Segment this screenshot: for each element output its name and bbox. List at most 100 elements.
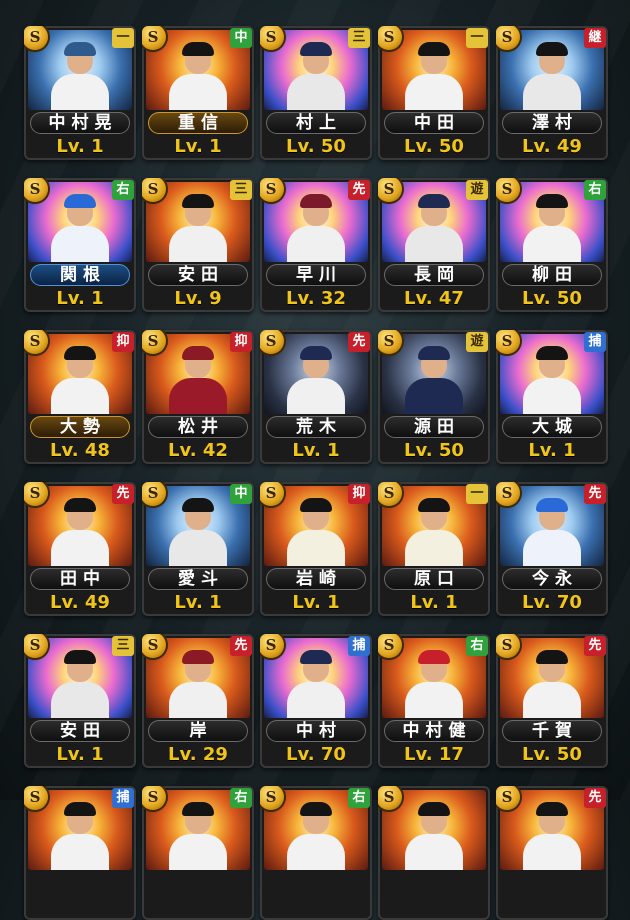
- player-card[interactable]: S 一中村晃 Lv. 1: [24, 26, 136, 160]
- player-card[interactable]: S 一原口 Lv. 1: [378, 482, 490, 616]
- player-figure: [517, 646, 587, 718]
- position-badge: 右: [584, 180, 606, 200]
- player-card[interactable]: S 三安田 Lv. 9: [142, 178, 254, 312]
- player-card[interactable]: S 中愛斗 Lv. 1: [142, 482, 254, 616]
- player-card[interactable]: S右: [142, 786, 254, 920]
- player-level: Lv. 1: [56, 136, 104, 157]
- position-badge: 継: [584, 28, 606, 48]
- player-name: 岩崎: [266, 568, 366, 590]
- player-name: 長岡: [384, 264, 484, 286]
- player-figure: [517, 494, 587, 566]
- player-card[interactable]: S先: [496, 786, 608, 920]
- player-figure: [45, 798, 115, 870]
- player-figure: [281, 798, 351, 870]
- player-level: Lv. 1: [174, 592, 222, 613]
- player-card[interactable]: S 遊源田 Lv. 50: [378, 330, 490, 464]
- player-name: 原口: [384, 568, 484, 590]
- position-badge: 右: [348, 788, 370, 808]
- player-card[interactable]: S右: [260, 786, 372, 920]
- player-name: 愛斗: [148, 568, 248, 590]
- player-figure: [163, 342, 233, 414]
- player-figure: [45, 342, 115, 414]
- player-figure: [399, 38, 469, 110]
- player-card[interactable]: S 先千賀 Lv. 50: [496, 634, 608, 768]
- player-name: 安田: [30, 720, 130, 742]
- player-card[interactable]: S 抑松井 Lv. 42: [142, 330, 254, 464]
- player-card[interactable]: S: [378, 786, 490, 920]
- player-card[interactable]: S 先岸 Lv. 29: [142, 634, 254, 768]
- player-level: Lv. 50: [404, 440, 464, 461]
- player-level: Lv. 1: [56, 744, 104, 765]
- player-card[interactable]: S 三村上 Lv. 50: [260, 26, 372, 160]
- position-badge: 右: [466, 636, 488, 656]
- player-level: Lv. 48: [50, 440, 110, 461]
- player-name: 荒木: [266, 416, 366, 438]
- position-badge: 先: [348, 332, 370, 352]
- position-badge: 捕: [348, 636, 370, 656]
- player-card[interactable]: S 抑岩崎 Lv. 1: [260, 482, 372, 616]
- player-card[interactable]: S 中重信 Lv. 1: [142, 26, 254, 160]
- player-card[interactable]: S 先荒木 Lv. 1: [260, 330, 372, 464]
- player-level: Lv. 1: [56, 288, 104, 309]
- player-card[interactable]: S 先今永 Lv. 70: [496, 482, 608, 616]
- player-level: Lv. 50: [522, 744, 582, 765]
- player-name: 重信: [148, 112, 248, 134]
- player-level: Lv. 49: [522, 136, 582, 157]
- player-figure: [399, 494, 469, 566]
- player-card[interactable]: S 捕中村 Lv. 70: [260, 634, 372, 768]
- position-badge: 一: [466, 484, 488, 504]
- player-name: 大城: [502, 416, 602, 438]
- player-name: 中村健: [384, 720, 484, 742]
- position-badge: 中: [230, 484, 252, 504]
- position-badge: 先: [230, 636, 252, 656]
- player-card[interactable]: S 抑大勢 Lv. 48: [24, 330, 136, 464]
- player-name: 村上: [266, 112, 366, 134]
- player-card[interactable]: S 右関根 Lv. 1: [24, 178, 136, 312]
- position-badge: 遊: [466, 180, 488, 200]
- player-figure: [281, 190, 351, 262]
- position-badge: 右: [112, 180, 134, 200]
- player-figure: [163, 798, 233, 870]
- player-level: Lv. 50: [404, 136, 464, 157]
- player-card[interactable]: S 三安田 Lv. 1: [24, 634, 136, 768]
- player-level: Lv. 50: [286, 136, 346, 157]
- player-level: Lv. 1: [292, 440, 340, 461]
- player-name: 関根: [30, 264, 130, 286]
- player-figure: [45, 646, 115, 718]
- player-card[interactable]: S 右柳田 Lv. 50: [496, 178, 608, 312]
- player-name: 澤村: [502, 112, 602, 134]
- position-badge: 一: [112, 28, 134, 48]
- player-card[interactable]: S 遊長岡 Lv. 47: [378, 178, 490, 312]
- player-card[interactable]: S 先田中 Lv. 49: [24, 482, 136, 616]
- player-level: Lv. 1: [528, 440, 576, 461]
- player-level: Lv. 1: [410, 592, 458, 613]
- player-name: 今永: [502, 568, 602, 590]
- player-card[interactable]: S 右中村健 Lv. 17: [378, 634, 490, 768]
- player-figure: [163, 646, 233, 718]
- player-level: Lv. 1: [174, 136, 222, 157]
- position-badge: 抑: [112, 332, 134, 352]
- player-figure: [281, 646, 351, 718]
- player-figure: [163, 38, 233, 110]
- player-figure: [517, 798, 587, 870]
- player-name: 中村晃: [30, 112, 130, 134]
- player-name: 安田: [148, 264, 248, 286]
- player-card-grid: S 一中村晃 Lv. 1 S 中重信 Lv. 1 S 三村上 Lv. 50 S 一中田 Lv. 50 S…: [0, 0, 630, 920]
- position-badge: 先: [348, 180, 370, 200]
- player-figure: [517, 190, 587, 262]
- player-level: Lv. 70: [522, 592, 582, 613]
- player-card[interactable]: S捕: [24, 786, 136, 920]
- player-name: 中田: [384, 112, 484, 134]
- player-card[interactable]: S 継澤村 Lv. 49: [496, 26, 608, 160]
- position-badge: 抑: [348, 484, 370, 504]
- player-figure: [517, 342, 587, 414]
- player-figure: [281, 38, 351, 110]
- position-badge: 中: [230, 28, 252, 48]
- player-level: Lv. 29: [168, 744, 228, 765]
- position-badge: 先: [584, 484, 606, 504]
- player-card[interactable]: S 先早川 Lv. 32: [260, 178, 372, 312]
- player-card[interactable]: S 一中田 Lv. 50: [378, 26, 490, 160]
- player-name: 柳田: [502, 264, 602, 286]
- player-card[interactable]: S 捕大城 Lv. 1: [496, 330, 608, 464]
- player-level: Lv. 42: [168, 440, 228, 461]
